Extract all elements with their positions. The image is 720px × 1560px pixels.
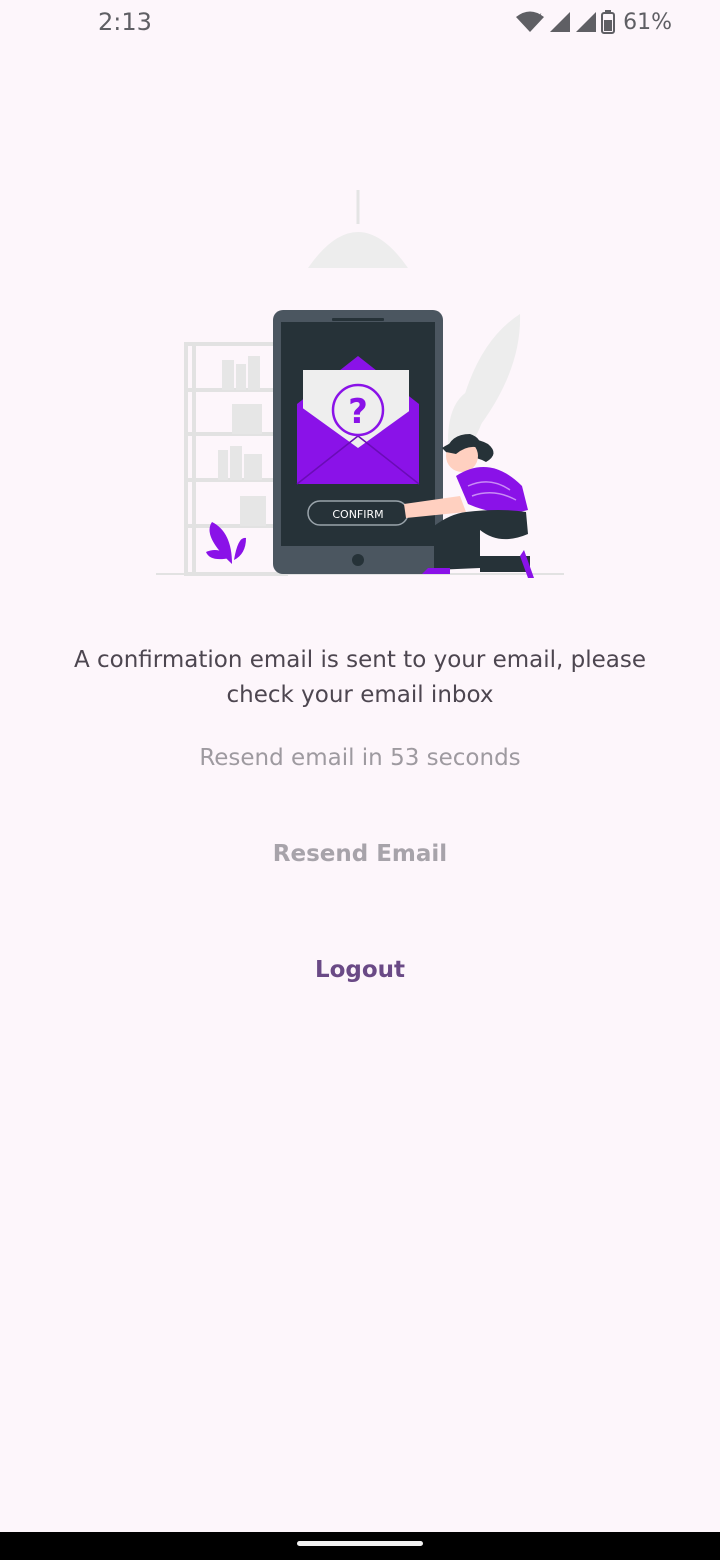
confirm-illustration-label: CONFIRM (332, 508, 383, 521)
confirmation-message: A confirmation email is sent to your ema… (73, 647, 647, 708)
logout-button[interactable]: Logout (260, 942, 460, 998)
signal-icon-2 (576, 12, 597, 32)
status-icons: x 61% (515, 8, 672, 36)
signal-icon (550, 12, 571, 32)
status-bar: 2:13 x 61% (0, 0, 720, 44)
navigation-bar (0, 1532, 720, 1560)
illustration-svg: ? CONFIRM (156, 190, 564, 578)
resend-countdown: Resend email in 53 seconds (199, 745, 521, 771)
email-confirmation-illustration: ? CONFIRM (150, 186, 570, 586)
home-gesture-pill[interactable] (297, 1541, 423, 1546)
resend-email-button[interactable]: Resend Email (240, 826, 480, 882)
svg-text:x: x (537, 11, 542, 20)
svg-text:?: ? (348, 392, 368, 432)
wifi-icon: x (516, 11, 545, 32)
battery-icon (601, 10, 616, 34)
status-time: 2:13 (98, 8, 152, 36)
battery-percent: 61% (623, 9, 672, 35)
